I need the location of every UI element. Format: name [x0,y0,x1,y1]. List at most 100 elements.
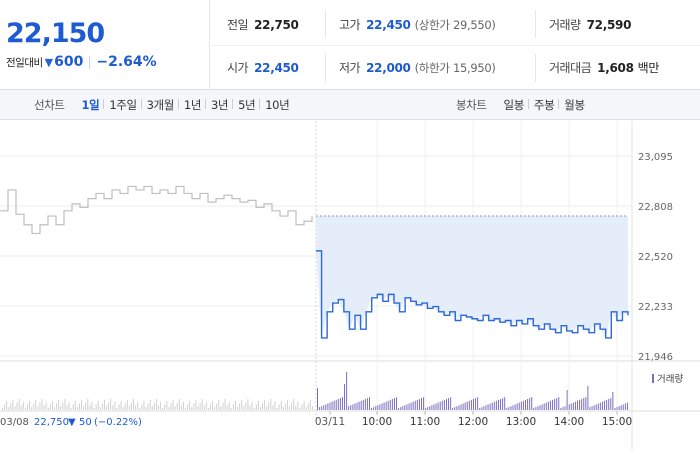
price-chart[interactable]: 23,095 22,808 22,520 22,233 21,946 거래량 03/08 22… [0,121,700,450]
volume-bar [583,398,585,410]
volume-bar [191,407,193,410]
x-tick-label: 12:00 [458,416,488,428]
volume-bar [431,405,433,410]
volume-bar [120,400,122,410]
x-tick-label: 11:00 [410,416,440,428]
volume-bar [552,399,554,410]
volume-bar [37,406,39,410]
amount-cell: 거래대금 1,608 백만 [549,59,659,76]
volume-bar [418,399,420,410]
volume-bar [278,404,280,410]
change-label: 전일대비 [6,56,43,69]
tab-1year[interactable]: 1년 [177,97,206,113]
volume-bar [274,401,276,410]
volume-bar [597,403,599,410]
volume-bar [317,388,318,410]
volume-bar [33,403,35,410]
tab-1day[interactable]: 1일 [77,97,105,113]
volume-bar [626,402,628,410]
volume-bar [70,408,72,410]
volume-bar [43,405,45,410]
volume-bar [406,404,408,410]
volume-bar [137,401,139,410]
volume-bar [423,397,425,410]
volume-bar [393,398,395,410]
volume-bar [358,401,360,410]
volume-bar [466,401,468,410]
divider [325,10,326,38]
volume-bar [197,406,199,410]
volume-bar [558,397,560,410]
volume-bar [543,403,545,410]
chart-svg: 23,09522,80822,52022,23321,946거래량03/08 22… [0,121,700,450]
volume-bar [514,404,516,410]
tab-3year[interactable]: 3년 [205,97,233,113]
volume-bar [58,399,60,410]
current-price: 22,150 [6,18,105,49]
volume-bar [216,403,218,410]
volume-bar [307,403,309,410]
volume-bar [554,399,556,410]
volume-bar [601,401,603,410]
volume-bar [373,407,375,410]
volume-bar [230,408,232,410]
volume-bar [366,398,368,410]
volume-bar [379,404,381,410]
volume-bar [54,407,55,410]
volume-cell: 거래량 72,590 [549,16,631,33]
volume-bar [210,404,211,410]
volume-bar [68,401,70,410]
volume-bar [280,400,282,410]
volume-bar [516,403,518,410]
volume-bar [66,405,68,410]
volume-bar [593,405,595,410]
volume-bar [232,404,234,410]
volume-bar [448,398,450,410]
tab-monthly[interactable]: 월봉 [558,97,589,113]
prev-day-arrow-icon: ▼ [68,417,76,428]
tab-daily[interactable]: 일봉 [499,97,529,113]
tab-1week[interactable]: 1주일 [103,97,141,113]
volume-bar [14,406,16,410]
volume-bar [504,397,506,410]
volume-bar [589,407,591,410]
tab-weekly[interactable]: 주봉 [527,97,559,113]
volume-bar [2,408,3,410]
volume-bar [253,408,255,410]
volume-bar [450,397,452,410]
volume-bar [421,398,422,410]
volume-bar [323,405,325,410]
volume-bar [291,402,293,410]
volume-bar [41,399,43,410]
candle-chart-title: 봉차트 [456,98,487,112]
volume-bar [168,407,170,410]
volume-bar [483,406,485,410]
y-tick-label: 22,808 [638,202,673,213]
volume-bar [529,398,531,410]
volume-bar [525,399,526,410]
volume-bar [491,402,493,410]
volume-bar [435,403,437,410]
volume-bar [618,406,620,410]
tab-10year[interactable]: 10년 [259,97,294,113]
volume-bar [506,408,508,410]
low-value: 22,000 [366,61,411,75]
tab-3month[interactable]: 3개월 [140,97,179,113]
below-prev-close-fill [316,216,628,338]
volume-bar [579,399,581,410]
tab-5year[interactable]: 5년 [232,97,260,113]
volume-bar [352,404,354,410]
volume-bar [587,386,589,410]
divider [89,55,91,69]
volume-bar [348,406,350,410]
volume-bar [6,400,8,410]
volume-bar [199,402,201,410]
volume-bar [562,407,564,410]
volume-bar [460,404,462,410]
volume-bar [402,406,404,410]
volume-bar [545,402,547,410]
volume-bar [477,397,479,410]
volume-bar [135,405,137,410]
volume-bar [599,402,601,410]
volume-bar [410,402,412,410]
